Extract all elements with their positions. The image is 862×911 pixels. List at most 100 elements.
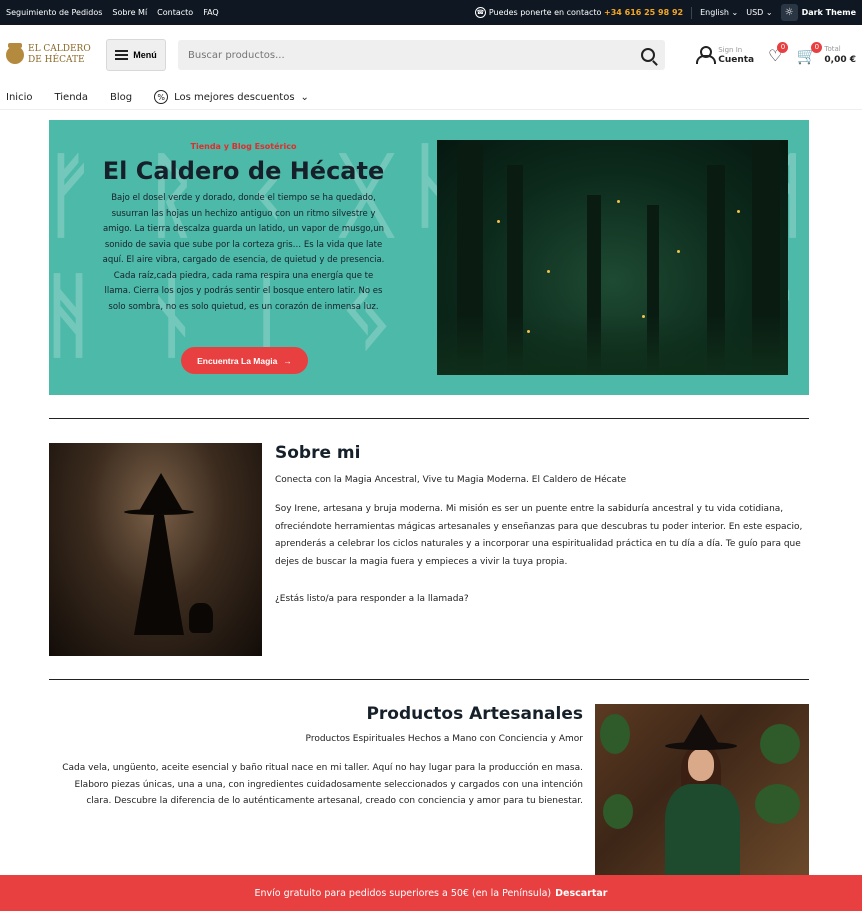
forest-image: [437, 140, 788, 375]
dark-theme-toggle[interactable]: ☼ Dark Theme: [780, 4, 856, 21]
tracking-link[interactable]: Seguimiento de Pedidos: [6, 8, 102, 17]
site-logo[interactable]: EL CALDERO DE HÉCATE: [6, 43, 101, 66]
witch-dress: [665, 784, 740, 879]
cart-button[interactable]: 🛒 0 Total 0,00 €: [796, 41, 856, 66]
account-link[interactable]: Sign In Cuenta: [696, 45, 754, 65]
hero-description: Bajo el dosel verde y dorado, donde el t…: [102, 193, 385, 312]
wishlist-count: 0: [777, 41, 789, 53]
search-bar: [178, 40, 665, 70]
best-discounts-label: Los mejores descuentos: [174, 91, 295, 103]
chevron-down-icon: ⌄: [765, 8, 773, 17]
wishlist-button[interactable]: ♡ 0: [768, 41, 789, 65]
products-paragraph: Cada vela, ungüento, aceite esencial y b…: [62, 763, 583, 806]
contact-link[interactable]: Contacto: [157, 8, 193, 17]
section-divider: [49, 679, 809, 680]
search-input[interactable]: [188, 49, 641, 61]
firefly: [642, 315, 645, 318]
witch-hat-brim: [124, 509, 194, 515]
logo-line-1: EL CALDERO: [28, 44, 91, 54]
witch-face: [688, 749, 714, 781]
find-magic-button[interactable]: Encuentra La Magia →: [181, 347, 308, 374]
cart-icon-wrap: 🛒 0: [796, 41, 823, 65]
rune-decoration: ᚻ: [49, 262, 97, 369]
contact-text: Puedes ponerte en contacto: [488, 8, 602, 17]
separator: [691, 6, 693, 19]
about-title: Sobre mi: [275, 443, 361, 463]
hero-banner: ᚠ ᚻ ᚱ ᚾ ᚲ ᛁ ᚷ ᛃ ᚺ ᛗ ᛚ Tienda y Blog Esot…: [49, 120, 809, 395]
discount-icon: %: [154, 90, 169, 104]
menu-label: Menú: [133, 50, 157, 60]
chevron-down-icon: ⌄: [731, 8, 739, 17]
about-lead: Conecta con la Magia Ancestral, Vive tu …: [275, 475, 627, 485]
phone-number[interactable]: +34 616 25 98 92: [604, 8, 683, 17]
cart-total: 0,00 €: [824, 55, 856, 65]
cart-count: 0: [811, 41, 823, 53]
products-section: Productos Artesanales Productos Espiritu…: [49, 704, 583, 810]
search-icon[interactable]: [641, 48, 655, 62]
firefly: [547, 270, 550, 273]
sun-icon: ☼: [780, 4, 798, 21]
about-question: ¿Estás listo/a para responder a la llama…: [275, 594, 469, 604]
witch-hat: [139, 473, 183, 511]
firefly: [737, 210, 740, 213]
chevron-down-icon: ⌄: [300, 91, 309, 103]
products-title: Productos Artesanales: [366, 704, 583, 724]
faq-link[interactable]: FAQ: [203, 8, 219, 17]
main-nav: Inicio Tienda Blog % Los mejores descuen…: [0, 85, 862, 110]
top-right: ☎ Puedes ponerte en contacto +34 616 25 …: [474, 4, 856, 21]
section-divider: [49, 418, 809, 419]
about-link[interactable]: Sobre Mí: [112, 8, 147, 17]
plant-shape: [603, 794, 633, 829]
language-select[interactable]: English ⌄: [700, 8, 738, 17]
dark-theme-label: Dark Theme: [801, 8, 856, 17]
cart-text: Total 0,00 €: [824, 44, 856, 66]
plant-shape: [760, 724, 800, 764]
products-lead: Productos Espirituales Hechos a Mano con…: [305, 734, 583, 744]
shipping-banner: Envío gratuito para pedidos superiores a…: [0, 875, 862, 911]
witch-workshop-image: [595, 704, 809, 879]
plant-shape: [600, 714, 630, 754]
hamburger-icon: [115, 50, 129, 60]
account-text: Sign In Cuenta: [718, 45, 754, 65]
phone-icon: ☎: [474, 7, 486, 18]
firefly: [617, 200, 620, 203]
main-header: EL CALDERO DE HÉCATE Menú Sign In Cuenta…: [0, 25, 862, 85]
forest-floor: [437, 315, 788, 375]
hero-title: El Caldero de Hécate: [102, 157, 385, 185]
rune-decoration: ᚠ: [49, 142, 97, 249]
firefly: [527, 330, 530, 333]
plant-shape: [755, 784, 800, 824]
logo-text: EL CALDERO DE HÉCATE: [28, 44, 91, 66]
firefly: [497, 220, 500, 223]
witch-silhouette: [124, 473, 194, 635]
currency-select[interactable]: USD ⌄: [746, 8, 772, 17]
nav-tienda[interactable]: Tienda: [54, 92, 88, 103]
hero-subtitle: Tienda y Blog Esotérico: [190, 142, 297, 151]
nav-inicio[interactable]: Inicio: [6, 92, 32, 103]
dismiss-button[interactable]: Descartar: [555, 888, 607, 899]
cart-total-label: Total: [824, 45, 841, 53]
nav-blog[interactable]: Blog: [110, 92, 132, 103]
top-bar: Seguimiento de Pedidos Sobre Mí Contacto…: [0, 0, 862, 25]
account-label: Cuenta: [718, 55, 755, 65]
nav-best-discounts[interactable]: % Los mejores descuentos ⌄: [154, 90, 309, 104]
shipping-text: Envío gratuito para pedidos superiores a…: [254, 887, 552, 899]
witch-hat: [683, 714, 719, 744]
contact-info: ☎ Puedes ponerte en contacto +34 616 25 …: [474, 7, 683, 18]
header-actions: Sign In Cuenta ♡ 0 🛒 0 Total 0,00 €: [696, 41, 856, 66]
hero-text-block: Tienda y Blog Esotérico El Caldero de Hé…: [101, 142, 386, 315]
user-icon: [696, 46, 717, 64]
about-paragraph: Soy Irene, artesana y bruja moderna. Mi …: [275, 504, 803, 567]
cauldron-icon: [6, 43, 24, 64]
witch-body: [134, 515, 184, 635]
menu-button[interactable]: Menú: [106, 39, 166, 71]
language-value: English: [700, 8, 729, 17]
logo-line-2: DE HÉCATE: [28, 55, 85, 65]
account-signin: Sign In: [718, 46, 743, 54]
currency-value: USD: [746, 8, 764, 17]
firefly: [677, 250, 680, 253]
about-section: Sobre mi Conecta con la Magia Ancestral,…: [275, 443, 805, 609]
cat-silhouette: [189, 603, 213, 633]
arrow-right-icon: →: [283, 355, 292, 366]
witch-forest-image: [49, 443, 262, 656]
